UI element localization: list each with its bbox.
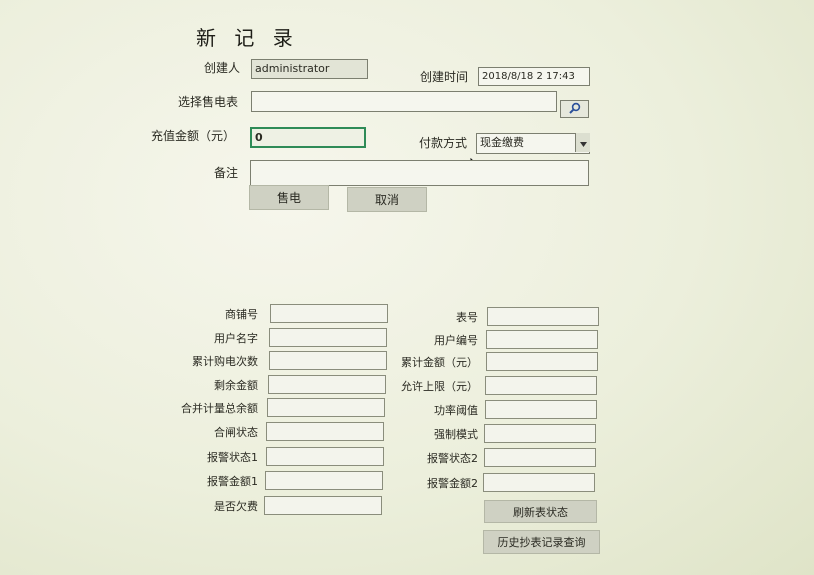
created-time-field[interactable]: 2018/8/18 2 17:43 [478,67,590,86]
detail-label: 合闸状态 [214,426,258,439]
detail-field[interactable] [483,473,595,492]
detail-label: 报警金额1 [207,475,258,488]
select-meter-label: 选择售电表 [178,95,239,109]
detail-field[interactable] [266,447,384,466]
chevron-down-icon [579,136,587,150]
remark-label: 备注 [214,166,239,180]
meter-reading-history-button[interactable]: 历史抄表记录查询 [483,530,600,554]
detail-label: 是否欠费 [214,500,258,513]
creator-field[interactable]: administrator [251,59,368,79]
detail-field[interactable] [269,351,387,370]
detail-field[interactable] [486,352,598,371]
detail-field[interactable] [270,304,388,323]
meter-search-button[interactable] [560,100,589,118]
detail-label: 报警金额2 [427,477,478,490]
search-icon [568,102,582,117]
detail-field[interactable] [484,424,596,443]
creator-label: 创建人 [204,61,241,75]
detail-field[interactable] [266,422,384,441]
page-title: 新 记 录 [196,26,299,50]
payment-method-value: 现金缴费 [480,136,524,149]
detail-label: 报警状态1 [207,451,258,464]
detail-label: 允许上限（元） [401,380,478,393]
cancel-button[interactable]: 取消 [347,187,427,212]
detail-field[interactable] [485,376,597,395]
payment-method-select[interactable]: 现金缴费 [476,133,590,154]
detail-label: 表号 [456,311,478,324]
recharge-amount-input[interactable]: 0 [250,127,366,148]
detail-label: 累计购电次数 [192,355,258,368]
detail-label: 累计金额（元） [401,356,478,369]
select-meter-field[interactable] [251,91,557,112]
sell-button[interactable]: 售电 [249,185,329,210]
detail-label: 功率阈值 [434,404,478,417]
remark-input[interactable] [250,160,589,186]
detail-label: 商铺号 [225,308,258,321]
payment-method-label: 付款方式 [419,136,468,150]
detail-field[interactable] [268,375,386,394]
detail-label: 用户编号 [434,334,478,347]
created-time-label: 创建时间 [420,70,469,84]
payment-dropdown-button[interactable] [575,133,590,152]
detail-label: 报警状态2 [427,452,478,465]
detail-field[interactable] [485,400,597,419]
detail-field[interactable] [486,330,598,349]
detail-label: 剩余金额 [214,379,258,392]
detail-label: 用户名字 [214,332,258,345]
detail-field[interactable] [484,448,596,467]
detail-field[interactable] [265,471,383,490]
detail-label: 合并计量总余额 [181,402,258,415]
detail-field[interactable] [487,307,599,326]
detail-label: 强制模式 [434,428,478,441]
recharge-label: 充值金额（元） [151,129,236,143]
detail-field[interactable] [264,496,382,515]
refresh-meter-status-button[interactable]: 刷新表状态 [484,500,597,523]
detail-field[interactable] [269,328,387,347]
detail-field[interactable] [267,398,385,417]
